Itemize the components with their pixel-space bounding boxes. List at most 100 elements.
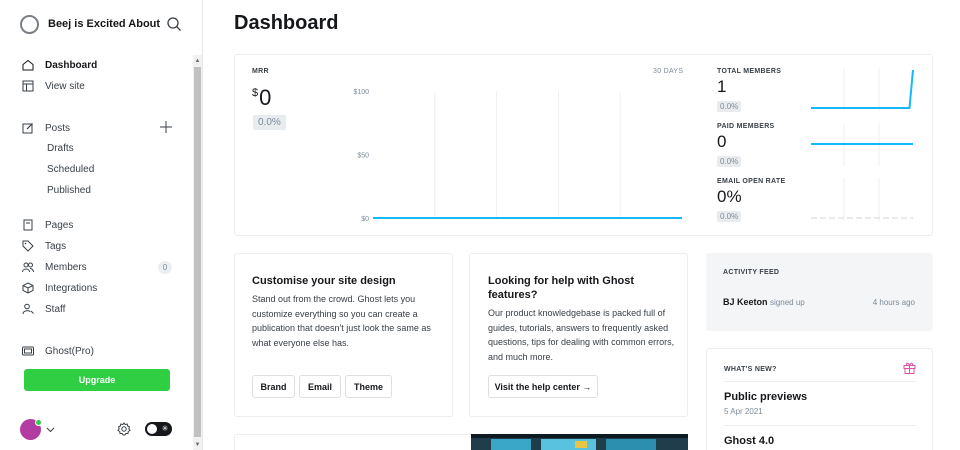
nav-item-label: Integrations [45, 282, 98, 294]
customise-card: Customise your site design Stand out fro… [234, 253, 453, 417]
online-status-icon [35, 419, 42, 426]
site-logo-icon [20, 14, 39, 34]
gift-icon [903, 362, 916, 374]
activity-time: 4 hours ago [872, 298, 915, 307]
upgrade-button[interactable]: Upgrade [24, 369, 170, 391]
paid-members-sparkline [811, 123, 913, 166]
whats-new-item-title[interactable]: Ghost 4.0 [724, 435, 774, 447]
nav-item-label: Ghost(Pro) [45, 345, 94, 357]
members-icon [22, 262, 34, 273]
sun-icon: ✳ [161, 424, 169, 433]
theme-button[interactable]: Theme [345, 375, 392, 398]
activity-feed-label: ACTIVITY FEED [723, 269, 780, 276]
mrr-chart: $100 $50 $0 [353, 89, 682, 223]
nav-item-pages[interactable]: Pages [22, 215, 172, 235]
mrr-label: MRR [252, 68, 269, 75]
nav-item-ghost-pro[interactable]: Ghost(Pro) [22, 341, 172, 361]
members-count-badge: 0 [158, 261, 172, 274]
tag-icon [22, 240, 34, 252]
metric-label: PAID MEMBERS [717, 123, 775, 130]
nav-item-label: Staff [45, 303, 66, 315]
activity-action: signed up [770, 298, 805, 307]
staff-icon [22, 303, 34, 315]
add-post-icon[interactable] [160, 121, 172, 133]
metric-delta-badge: 0.0% [717, 211, 742, 222]
nav-item-label: Published [47, 184, 91, 196]
brand-button[interactable]: Brand [252, 375, 295, 398]
nav-item-posts[interactable]: Posts [22, 118, 172, 138]
mrr-currency: $ [252, 87, 259, 99]
help-title: Looking for help with Ghost features? [488, 275, 635, 301]
page-icon [23, 219, 33, 231]
whats-new-card: WHAT'S NEW? Public previews 5 Apr 2021 G… [706, 348, 933, 450]
scroll-thumb[interactable] [194, 67, 201, 437]
whats-new-item-title[interactable]: Public previews [724, 391, 807, 403]
dark-mode-toggle[interactable]: ✳ [145, 422, 172, 436]
metric-email-open-rate: EMAIL OPEN RATE 0% 0.0% [717, 178, 807, 224]
nav-item-scheduled[interactable]: Scheduled [22, 159, 172, 179]
nav-item-label: Scheduled [47, 163, 95, 175]
date-range-select[interactable]: 30 DAYS [653, 68, 683, 75]
metric-paid-members: PAID MEMBERS 0 0.0% [717, 123, 807, 169]
search-icon[interactable] [166, 16, 182, 32]
metric-delta-badge: 0.0% [717, 101, 742, 112]
toggle-knob [147, 424, 157, 434]
sidebar-scrollbar[interactable]: ▲ ▼ [193, 55, 202, 450]
customise-text: Stand out from the crowd. Ghost lets you… [252, 294, 431, 348]
divider [724, 381, 916, 382]
nav-item-label: View site [45, 80, 85, 92]
nav-item-label: Pages [45, 219, 74, 231]
page-title: Dashboard [234, 12, 339, 34]
site-brand[interactable]: Beej is Excited About ... [20, 14, 190, 34]
sparkline-series-line [811, 69, 914, 109]
nav-item-dashboard[interactable]: Dashboard [22, 55, 172, 75]
gear-icon[interactable] [117, 422, 131, 436]
help-text: Our product knowledgebase is packed full… [488, 308, 675, 362]
y-tick-label: $100 [353, 89, 369, 96]
y-tick-label: $50 [357, 153, 369, 160]
activity-item[interactable]: BJ Keeton signed up [723, 297, 805, 307]
activity-member-name: BJ Keeton [723, 297, 768, 307]
email-open-rate-sparkline [811, 178, 913, 221]
scroll-down-icon[interactable]: ▼ [194, 441, 201, 449]
layout-icon [22, 80, 34, 92]
whats-new-label: WHAT'S NEW? [724, 366, 777, 373]
whats-new-item-date: 5 Apr 2021 [724, 407, 763, 416]
mrr-delta-badge: 0.0% [253, 115, 286, 130]
sidebar: Beej is Excited About ... Dashboard View… [0, 0, 203, 450]
home-icon [22, 59, 34, 71]
customise-title: Customise your site design [252, 275, 396, 287]
nav-item-label: Members [45, 261, 87, 273]
featured-post-image [471, 434, 688, 450]
nav-item-members[interactable]: Members 0 [22, 257, 172, 277]
nav-item-tags[interactable]: Tags [22, 236, 172, 256]
nav-item-drafts[interactable]: Drafts [22, 138, 172, 158]
ghost-pro-icon [22, 346, 34, 356]
pencil-icon [22, 123, 33, 134]
nav-item-label: Tags [45, 240, 67, 252]
box-icon [22, 282, 34, 294]
metrics-card: MRR $0 0.0% 30 DAYS $100 $50 $0 TOTAL MEMB… [234, 54, 933, 236]
total-members-sparkline [811, 68, 914, 111]
nav-item-view-site[interactable]: View site [22, 76, 172, 96]
nav-item-label: Drafts [47, 142, 74, 154]
metric-delta-badge: 0.0% [717, 156, 742, 167]
nav-item-published[interactable]: Published [22, 180, 172, 200]
visit-help-center-button[interactable]: Visit the help center → [488, 375, 598, 398]
email-button[interactable]: Email [299, 375, 341, 398]
mrr-amount: 0 [259, 85, 272, 110]
help-card: Looking for help with Ghost features? Ou… [469, 253, 688, 417]
nav-item-label: Dashboard [45, 59, 98, 71]
nav-item-staff[interactable]: Staff [22, 299, 172, 319]
metric-value: 0 [717, 132, 727, 151]
nav-item-label: Posts [45, 122, 71, 134]
scroll-up-icon[interactable]: ▲ [194, 57, 201, 65]
y-tick-label: $0 [361, 216, 369, 223]
mrr-value: $0 [252, 85, 271, 111]
nav-item-integrations[interactable]: Integrations [22, 278, 172, 298]
site-name: Beej is Excited About ... [48, 18, 160, 30]
metric-value: 1 [717, 77, 727, 96]
chevron-down-icon[interactable] [46, 425, 55, 434]
metric-label: EMAIL OPEN RATE [717, 178, 786, 185]
activity-feed-card: ACTIVITY FEED BJ Keeton signed up 4 hour… [706, 253, 933, 331]
